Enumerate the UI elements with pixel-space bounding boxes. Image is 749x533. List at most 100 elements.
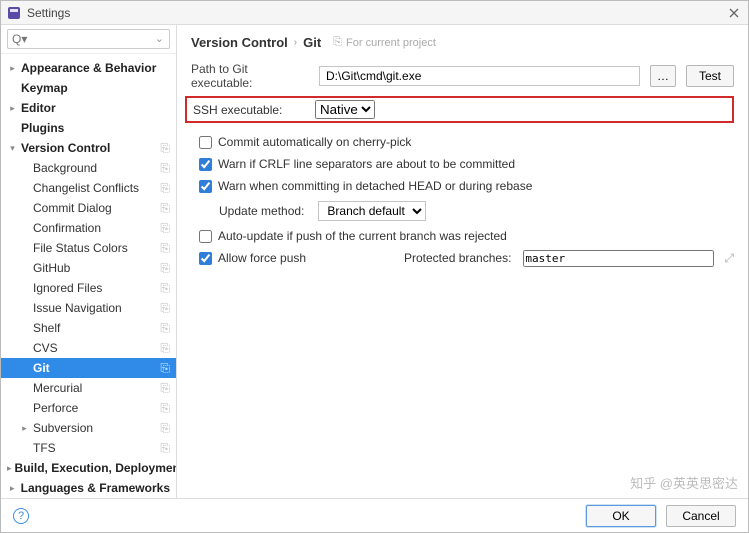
sidebar-item-cvs[interactable]: ▸CVS⎘ bbox=[1, 338, 176, 358]
sidebar-item-plugins[interactable]: ▸Plugins bbox=[1, 118, 176, 138]
sync-icon: ⎘ bbox=[160, 301, 170, 316]
sidebar-item-label: Confirmation bbox=[33, 221, 156, 235]
chevron-right-icon[interactable]: ▸ bbox=[7, 103, 18, 114]
sidebar-item-label: Plugins bbox=[21, 121, 170, 135]
chk-detached[interactable] bbox=[199, 180, 212, 193]
sidebar-item-ignored-files[interactable]: ▸Ignored Files⎘ bbox=[1, 278, 176, 298]
sync-icon: ⎘ bbox=[160, 241, 170, 256]
chevron-right-icon[interactable]: ▸ bbox=[7, 63, 18, 74]
row-detached: Warn when committing in detached HEAD or… bbox=[199, 175, 734, 197]
sidebar-item-subversion[interactable]: ▸Subversion ⎘ bbox=[1, 418, 176, 438]
help-button[interactable]: ? bbox=[13, 508, 29, 524]
row-update-method: Update method: Branch default bbox=[219, 199, 734, 223]
app-icon bbox=[7, 6, 21, 20]
titlebar: Settings bbox=[1, 1, 748, 25]
sidebar-item-label: Shelf bbox=[33, 321, 156, 335]
chk-crlf-label: Warn if CRLF line separators are about t… bbox=[218, 157, 515, 171]
sidebar-item-editor[interactable]: ▸Editor bbox=[1, 98, 176, 118]
chk-commit-auto[interactable] bbox=[199, 136, 212, 149]
sidebar-item-label: Keymap bbox=[21, 81, 170, 95]
sidebar-item-label: Commit Dialog bbox=[33, 201, 156, 215]
sidebar-item-version-control[interactable]: ▾Version Control ⎘ bbox=[1, 138, 176, 158]
git-path-input[interactable] bbox=[319, 66, 640, 86]
sidebar-item-keymap[interactable]: ▸Keymap bbox=[1, 78, 176, 98]
chevron-right-icon[interactable]: ▸ bbox=[7, 463, 12, 474]
scope-indicator: ⎘ For current project bbox=[333, 36, 436, 49]
ssh-executable-select[interactable]: Native bbox=[315, 100, 375, 119]
test-button[interactable]: Test bbox=[686, 65, 734, 87]
expand-field-icon[interactable]: ⤢ bbox=[724, 251, 734, 266]
sidebar-item-build-execution-deployment[interactable]: ▸Build, Execution, Deployment bbox=[1, 458, 176, 478]
sidebar-item-confirmation[interactable]: ▸Confirmation⎘ bbox=[1, 218, 176, 238]
breadcrumb-current: Git bbox=[303, 35, 321, 50]
sidebar-item-changelist-conflicts[interactable]: ▸Changelist Conflicts⎘ bbox=[1, 178, 176, 198]
sidebar-item-languages-frameworks[interactable]: ▸Languages & Frameworks bbox=[1, 478, 176, 498]
sidebar-item-label: Perforce bbox=[33, 401, 156, 415]
close-icon[interactable] bbox=[726, 5, 742, 21]
sync-icon: ⎘ bbox=[160, 401, 170, 416]
ok-button[interactable]: OK bbox=[586, 505, 656, 527]
chk-detached-label: Warn when committing in detached HEAD or… bbox=[218, 179, 532, 193]
sync-icon: ⎘ bbox=[160, 281, 170, 296]
sidebar-item-label: GitHub bbox=[33, 261, 156, 275]
sidebar-item-label: Git bbox=[33, 361, 156, 375]
sidebar-item-appearance-behavior[interactable]: ▸Appearance & Behavior bbox=[1, 58, 176, 78]
update-method-label: Update method: bbox=[219, 204, 304, 218]
row-forcepush: Allow force push Protected branches: ⤢ bbox=[199, 247, 734, 269]
chk-crlf[interactable] bbox=[199, 158, 212, 171]
chevron-right-icon[interactable]: ▸ bbox=[19, 423, 30, 434]
chk-commit-auto-label: Commit automatically on cherry-pick bbox=[218, 135, 411, 149]
sidebar-item-label: Mercurial bbox=[33, 381, 156, 395]
chk-forcepush-label: Allow force push bbox=[218, 251, 388, 265]
sidebar-item-label: Subversion bbox=[33, 421, 156, 435]
sidebar-item-perforce[interactable]: ▸Perforce⎘ bbox=[1, 398, 176, 418]
sync-icon: ⎘ bbox=[160, 161, 170, 176]
sidebar-item-git[interactable]: ▸Git⎘ bbox=[1, 358, 176, 378]
sidebar-item-commit-dialog[interactable]: ▸Commit Dialog⎘ bbox=[1, 198, 176, 218]
row-git-path: Path to Git executable: … Test bbox=[191, 62, 734, 90]
sidebar-item-github[interactable]: ▸GitHub⎘ bbox=[1, 258, 176, 278]
protected-branches-label: Protected branches: bbox=[404, 251, 511, 265]
chevron-down-icon[interactable]: ▾ bbox=[7, 143, 18, 154]
sidebar-item-label: Editor bbox=[21, 101, 170, 115]
chk-autoupdate[interactable] bbox=[199, 230, 212, 243]
ssh-executable-label: SSH executable: bbox=[193, 103, 305, 117]
breadcrumb: Version Control › Git ⎘ For current proj… bbox=[191, 35, 734, 50]
sync-icon: ⎘ bbox=[160, 441, 170, 456]
sidebar-item-shelf[interactable]: ▸Shelf⎘ bbox=[1, 318, 176, 338]
chevron-right-icon[interactable]: ▸ bbox=[7, 483, 18, 494]
protected-branches-input[interactable] bbox=[523, 250, 714, 267]
sidebar-item-issue-navigation[interactable]: ▸Issue Navigation⎘ bbox=[1, 298, 176, 318]
sync-icon: ⎘ bbox=[160, 221, 170, 236]
sidebar-item-label: TFS bbox=[33, 441, 156, 455]
chk-forcepush[interactable] bbox=[199, 252, 212, 265]
sidebar-item-label: Appearance & Behavior bbox=[21, 61, 170, 75]
sync-icon: ⎘ bbox=[160, 381, 170, 396]
sidebar-item-label: CVS bbox=[33, 341, 156, 355]
sidebar-item-file-status-colors[interactable]: ▸File Status Colors⎘ bbox=[1, 238, 176, 258]
search-container: ⌄ bbox=[1, 25, 176, 54]
breadcrumb-parent: Version Control bbox=[191, 35, 288, 50]
sidebar-item-tfs[interactable]: ▸TFS⎘ bbox=[1, 438, 176, 458]
chk-autoupdate-label: Auto-update if push of the current branc… bbox=[218, 229, 507, 243]
cancel-button[interactable]: Cancel bbox=[666, 505, 736, 527]
sync-icon: ⎘ bbox=[160, 261, 170, 276]
sync-icon: ⎘ bbox=[160, 141, 170, 156]
sidebar-item-mercurial[interactable]: ▸Mercurial⎘ bbox=[1, 378, 176, 398]
sync-icon: ⎘ bbox=[160, 421, 170, 436]
git-path-label: Path to Git executable: bbox=[191, 62, 309, 90]
settings-tree[interactable]: ▸Appearance & Behavior▸Keymap▸Editor▸Plu… bbox=[1, 54, 176, 498]
main-panel: Version Control › Git ⎘ For current proj… bbox=[177, 25, 748, 498]
sync-icon: ⎘ bbox=[160, 361, 170, 376]
sync-icon: ⎘ bbox=[160, 201, 170, 216]
sync-icon: ⎘ bbox=[160, 341, 170, 356]
search-input[interactable] bbox=[7, 29, 170, 49]
sidebar-item-background[interactable]: ▸Background⎘ bbox=[1, 158, 176, 178]
update-method-select[interactable]: Branch default bbox=[318, 201, 426, 221]
row-crlf: Warn if CRLF line separators are about t… bbox=[199, 153, 734, 175]
sidebar-item-label: Version Control bbox=[21, 141, 156, 155]
scope-label: For current project bbox=[346, 37, 436, 49]
row-autoupdate: Auto-update if push of the current branc… bbox=[199, 225, 734, 247]
browse-button[interactable]: … bbox=[650, 65, 676, 87]
sidebar-item-label: Issue Navigation bbox=[33, 301, 156, 315]
